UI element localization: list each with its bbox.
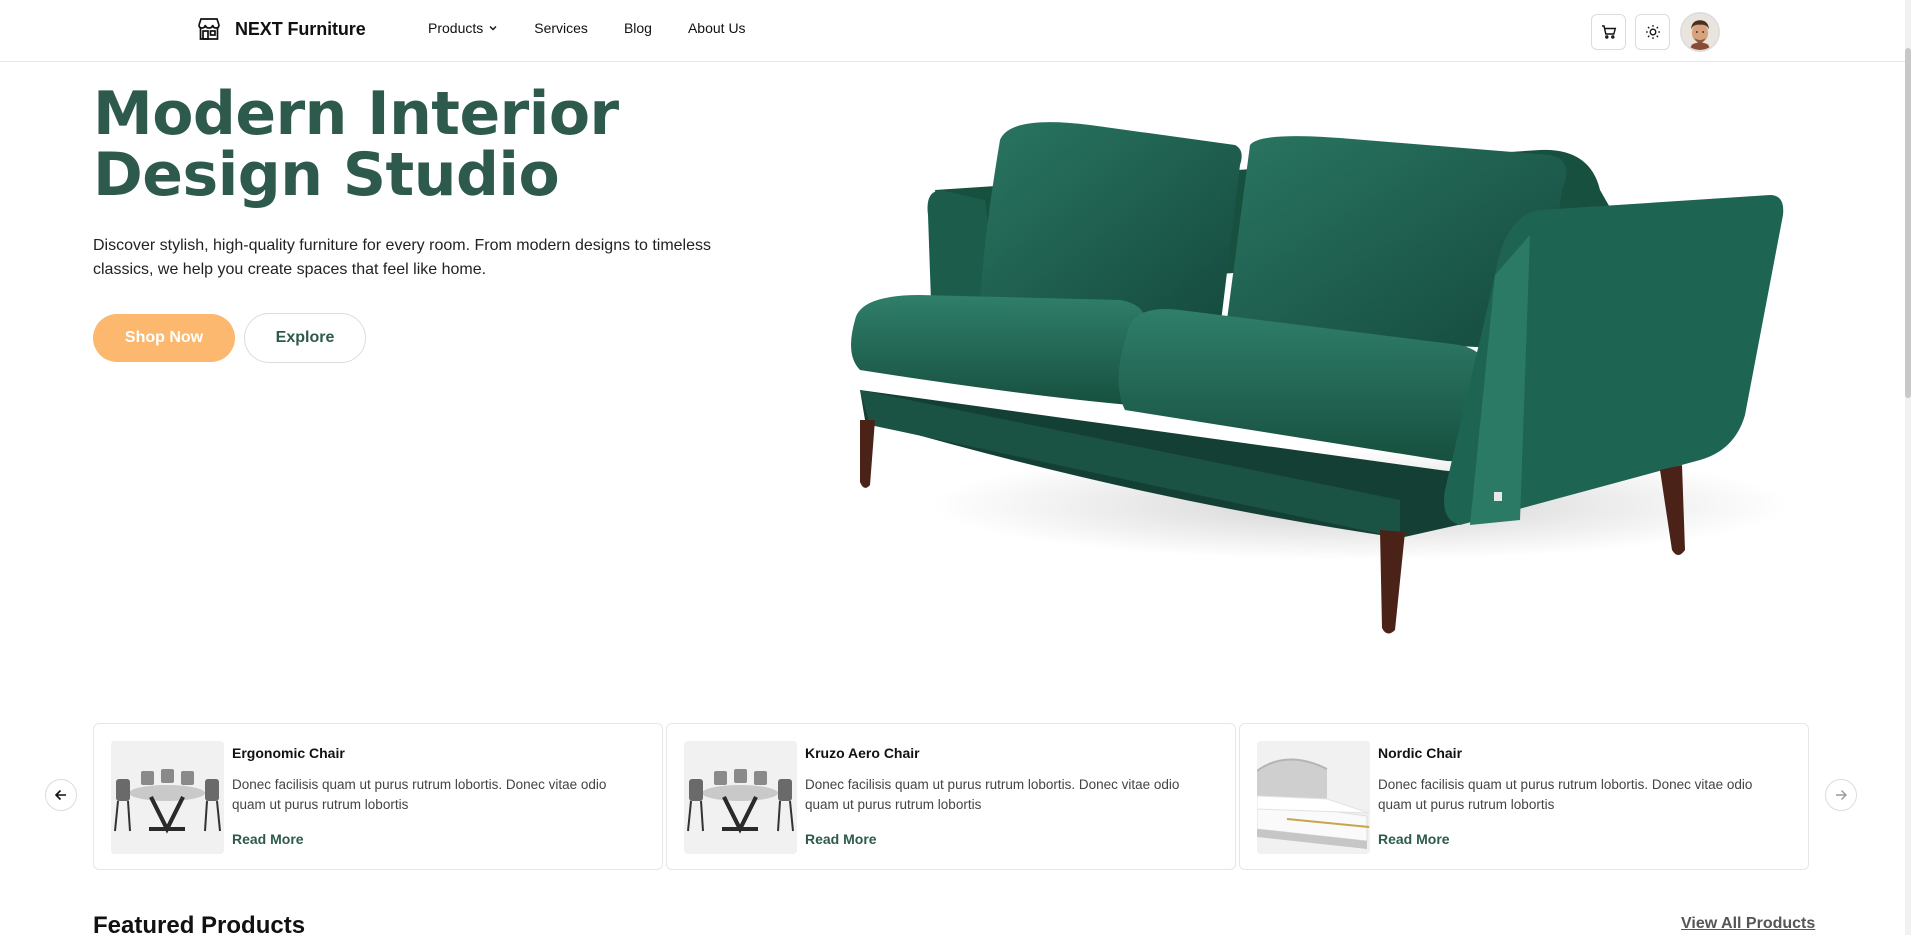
nav-item-blog[interactable]: Blog	[624, 20, 652, 36]
avatar[interactable]	[1680, 12, 1720, 52]
card-title: Kruzo Aero Chair	[805, 745, 920, 761]
card-image-dining-table-set	[684, 741, 797, 854]
card-description: Donec facilisis quam ut purus rutrum lob…	[232, 777, 607, 812]
hero-title: Modern Interior Design Studio	[93, 84, 713, 206]
nav-item-about-us[interactable]: About Us	[688, 20, 746, 36]
view-all-products-link[interactable]: View All Products	[1681, 915, 1815, 933]
nav-item-products[interactable]: Products	[428, 20, 498, 36]
nav-item-label: Services	[534, 20, 588, 36]
page-scrollbar[interactable]	[1905, 0, 1911, 935]
cart-button[interactable]	[1591, 14, 1626, 50]
carousel-card[interactable]: Ergonomic Chair Donec facilisis quam ut …	[93, 723, 663, 870]
store-icon	[198, 18, 220, 40]
sun-icon	[1645, 25, 1660, 39]
carousel-prev-button[interactable]	[45, 779, 77, 811]
explore-button[interactable]: Explore	[244, 313, 366, 363]
carousel-card[interactable]: Nordic Chair Donec facilisis quam ut pur…	[1239, 723, 1809, 870]
nav-item-services[interactable]: Services	[534, 20, 588, 36]
nav-item-label: About Us	[687, 20, 746, 36]
carousel-next-button[interactable]	[1825, 779, 1857, 811]
card-image-dining-table-set	[111, 741, 224, 854]
card-description: Donec facilisis quam ut purus rutrum lob…	[805, 777, 1180, 812]
brand-name: NEXT Furniture	[235, 18, 366, 39]
nav-item-label: Blog	[623, 20, 652, 36]
product-carousel: Ergonomic Chair Donec facilisis quam ut …	[93, 723, 1809, 870]
arrow-left-icon	[54, 789, 66, 801]
featured-products-heading: Featured Products	[93, 912, 306, 935]
read-more-link[interactable]: Read More	[232, 831, 304, 847]
scrollbar-thumb[interactable]	[1905, 48, 1911, 398]
main-nav: Products Services Blog About Us	[428, 20, 746, 36]
hero-title-line-2: Design Studio	[93, 140, 560, 210]
header-actions	[1591, 12, 1720, 52]
read-more-link[interactable]: Read More	[805, 831, 877, 847]
arrow-right-icon	[1836, 790, 1847, 800]
card-title: Nordic Chair	[1378, 745, 1463, 761]
card-description: Donec facilisis quam ut purus rutrum lob…	[1378, 777, 1753, 812]
hero-title-line-1: Modern Interior	[93, 79, 619, 149]
hero-description: Discover stylish, high-quality furniture…	[93, 237, 711, 278]
chevron-down-icon	[489, 26, 497, 31]
cart-icon	[1601, 25, 1616, 39]
brand[interactable]: NEXT Furniture	[196, 16, 366, 42]
carousel-card[interactable]: Kruzo Aero Chair Donec facilisis quam ut…	[666, 723, 1236, 870]
read-more-link[interactable]: Read More	[1378, 831, 1450, 847]
shop-now-button[interactable]: Shop Now	[93, 314, 235, 362]
hero-buttons: Shop Now Explore	[93, 313, 366, 363]
card-title: Ergonomic Chair	[232, 745, 345, 761]
nav-item-label: Products	[428, 20, 484, 36]
card-image-upholstered-bed	[1257, 741, 1370, 854]
theme-toggle-button[interactable]	[1635, 14, 1670, 50]
user-avatar-icon	[1682, 14, 1718, 50]
site-header: NEXT Furniture Products Services Blog Ab…	[0, 0, 1905, 62]
hero-sofa-image	[851, 122, 1790, 634]
